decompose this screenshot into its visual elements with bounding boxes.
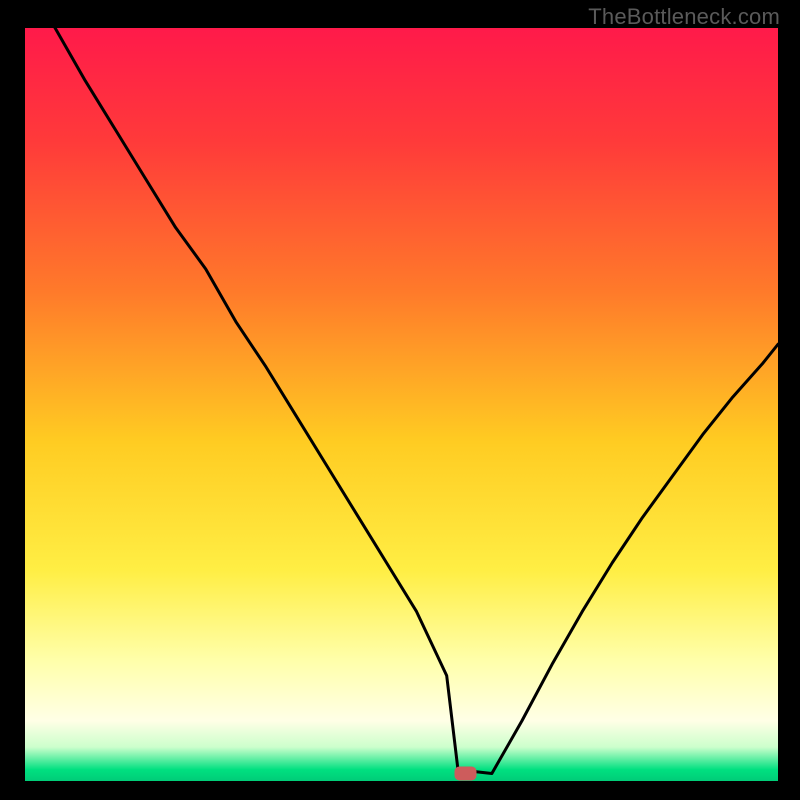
optimal-point-marker (455, 766, 477, 780)
bottleneck-chart (0, 0, 800, 800)
chart-frame: TheBottleneck.com (0, 0, 800, 800)
gradient-background (25, 28, 778, 781)
watermark-text: TheBottleneck.com (588, 4, 780, 30)
plot-area (0, 0, 800, 800)
